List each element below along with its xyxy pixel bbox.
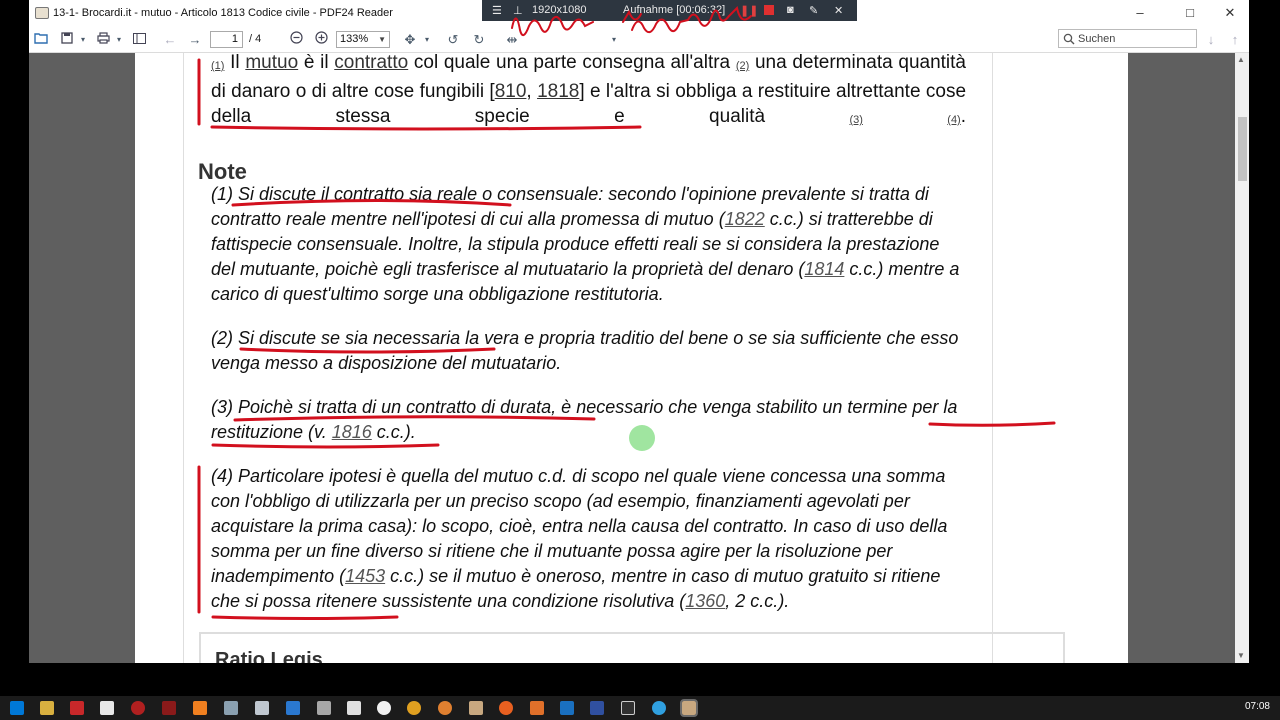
rotate-right-icon[interactable]: ↻ bbox=[471, 31, 487, 49]
article-text: (1) Il mutuo è il contratto col quale un… bbox=[211, 53, 967, 127]
note-2: (2) Si discute se sia necessaria la vera… bbox=[211, 328, 959, 373]
taskbar-clock: 07:08 bbox=[1244, 701, 1270, 712]
maximize-button[interactable]: □ bbox=[1175, 4, 1205, 22]
telegram-icon[interactable] bbox=[652, 701, 666, 715]
red-app-icon[interactable] bbox=[162, 701, 176, 715]
open-folder-icon[interactable] bbox=[33, 31, 49, 49]
menu-icon[interactable]: ☰ bbox=[492, 4, 502, 17]
article-1818-link[interactable]: 1818 bbox=[537, 81, 579, 102]
pdf-page: (1) Il mutuo è il contratto col quale un… bbox=[135, 53, 1128, 663]
pdf24-app-icon bbox=[35, 7, 49, 19]
search-previous-arrow-icon[interactable]: ↑ bbox=[1228, 31, 1242, 49]
recording-resolution: 1920x1080 bbox=[532, 4, 587, 16]
close-recorder-icon[interactable]: ✕ bbox=[834, 4, 843, 17]
blue-app-icon[interactable] bbox=[286, 701, 300, 715]
forward-arrow-icon[interactable]: → bbox=[187, 31, 203, 49]
footnote-link-1[interactable]: (1) bbox=[211, 60, 224, 72]
scroll-up-icon[interactable]: ▲ bbox=[1237, 55, 1245, 64]
start-button-icon[interactable] bbox=[10, 701, 24, 715]
scrollbar-thumb[interactable] bbox=[1238, 117, 1247, 181]
filezilla-icon[interactable] bbox=[70, 701, 84, 715]
search-icon bbox=[1063, 33, 1075, 45]
orange-app-icon[interactable] bbox=[530, 701, 544, 715]
save-dropdown-chevron-icon[interactable]: ▾ bbox=[78, 31, 88, 49]
footnote-link-4[interactable]: (4) bbox=[947, 114, 960, 126]
firefox-icon[interactable] bbox=[499, 701, 513, 715]
contratto-link[interactable]: contratto bbox=[334, 53, 408, 73]
camera-icon[interactable]: ◙ bbox=[787, 4, 794, 16]
article-1816-link[interactable]: 1816 bbox=[332, 422, 372, 442]
zoom-level-value: 133% bbox=[340, 33, 369, 45]
article-1360-link[interactable]: 1360 bbox=[685, 591, 725, 611]
pan-move-icon[interactable]: ✥ bbox=[402, 31, 418, 49]
save-app-icon[interactable] bbox=[590, 701, 604, 715]
page-number-input[interactable]: 1 bbox=[210, 31, 243, 48]
minimize-button[interactable]: – bbox=[1125, 4, 1155, 22]
document-viewport[interactable]: (1) Il mutuo è il contratto col quale un… bbox=[29, 53, 1235, 663]
view-dropdown-chevron-icon[interactable]: ▾ bbox=[609, 31, 619, 49]
search-input[interactable] bbox=[1078, 32, 1193, 46]
colorful-app-icon[interactable] bbox=[377, 701, 391, 715]
pdf24-taskbar-icon[interactable] bbox=[469, 701, 483, 715]
vertical-scrollbar[interactable]: ▲ ▼ bbox=[1235, 53, 1249, 663]
rotate-left-icon[interactable]: ↺ bbox=[445, 31, 461, 49]
toolbar: ▾ ▾ ← → 1 / 4 133% ▼ ✥ ▾ ↺ ↻ ⇹ ▾ ↓ bbox=[29, 27, 1249, 53]
search-field[interactable] bbox=[1058, 29, 1197, 48]
mail-app-icon[interactable] bbox=[438, 701, 452, 715]
search-next-arrow-icon[interactable]: ↓ bbox=[1204, 31, 1218, 49]
utility-app-icon[interactable] bbox=[224, 701, 238, 715]
zoom-out-icon[interactable] bbox=[288, 31, 304, 49]
fit-width-icon[interactable]: ⇹ bbox=[504, 31, 520, 49]
ratio-legis-box: Ratio Legis bbox=[199, 632, 1065, 663]
chrome-icon[interactable] bbox=[407, 701, 421, 715]
close-button[interactable]: ✕ bbox=[1215, 4, 1245, 22]
sidebar-toggle-icon[interactable] bbox=[131, 31, 147, 49]
chevron-down-icon: ▼ bbox=[378, 35, 386, 44]
window-title: 13-1- Brocardi.it - mutuo - Articolo 181… bbox=[53, 7, 393, 19]
stop-icon[interactable] bbox=[764, 5, 774, 15]
page-total-label: / 4 bbox=[249, 33, 262, 45]
pause-icon[interactable]: ❚❚ bbox=[740, 4, 758, 17]
pdf-reader-window: 13-1- Brocardi.it - mutuo - Articolo 181… bbox=[29, 0, 1249, 663]
zoom-in-icon[interactable] bbox=[313, 31, 329, 49]
ratio-legis-heading: Ratio Legis bbox=[215, 649, 323, 663]
window-app-icon[interactable] bbox=[347, 701, 361, 715]
footnote-link-3[interactable]: (3) bbox=[849, 114, 862, 126]
taskbar: 07:08 bbox=[0, 696, 1280, 720]
usb-app-icon[interactable] bbox=[317, 701, 331, 715]
zoom-level-select[interactable]: 133% ▼ bbox=[336, 31, 390, 48]
back-arrow-icon[interactable]: ← bbox=[162, 31, 178, 49]
scroll-down-icon[interactable]: ▼ bbox=[1237, 651, 1245, 660]
pdf24-active-icon[interactable] bbox=[680, 699, 698, 717]
record-app-icon[interactable] bbox=[131, 701, 145, 715]
article-1453-link[interactable]: 1453 bbox=[345, 566, 385, 586]
document-icon[interactable] bbox=[100, 701, 114, 715]
save-icon[interactable] bbox=[59, 31, 75, 49]
screen-recorder-bar: ☰ ⊥ 1920x1080 Aufnahme [00:06:32] ❚❚ ◙ ✎… bbox=[482, 0, 857, 21]
print-icon[interactable] bbox=[95, 31, 111, 49]
pan-dropdown-chevron-icon[interactable]: ▾ bbox=[422, 31, 432, 49]
note-4: (4) Particolare ipotesi è quella del mut… bbox=[211, 466, 948, 611]
article-810-link[interactable]: 810 bbox=[495, 81, 527, 102]
note-1: (1) Si discute il contratto sia reale o … bbox=[211, 184, 960, 304]
word-app-icon[interactable] bbox=[560, 701, 574, 715]
pen-icon[interactable]: ✎ bbox=[809, 4, 818, 17]
note-3: (3) Poichè si tratta di un contratto di … bbox=[211, 397, 958, 442]
article-1822-link[interactable]: 1822 bbox=[725, 209, 765, 229]
pin-icon[interactable]: ⊥ bbox=[513, 4, 523, 17]
terminal-app-icon[interactable] bbox=[621, 701, 635, 715]
print-dropdown-chevron-icon[interactable]: ▾ bbox=[114, 31, 124, 49]
article-1814-link[interactable]: 1814 bbox=[804, 259, 844, 279]
recording-status: Aufnahme [00:06:32] bbox=[623, 4, 726, 16]
file-explorer-icon[interactable] bbox=[40, 701, 54, 715]
cloud-app-icon[interactable] bbox=[255, 701, 269, 715]
footnote-link-2[interactable]: (2) bbox=[736, 60, 749, 72]
page-content: (1) Il mutuo è il contratto col quale un… bbox=[183, 53, 1065, 663]
vlc-icon[interactable] bbox=[193, 701, 207, 715]
mutuo-link[interactable]: mutuo bbox=[245, 53, 298, 73]
